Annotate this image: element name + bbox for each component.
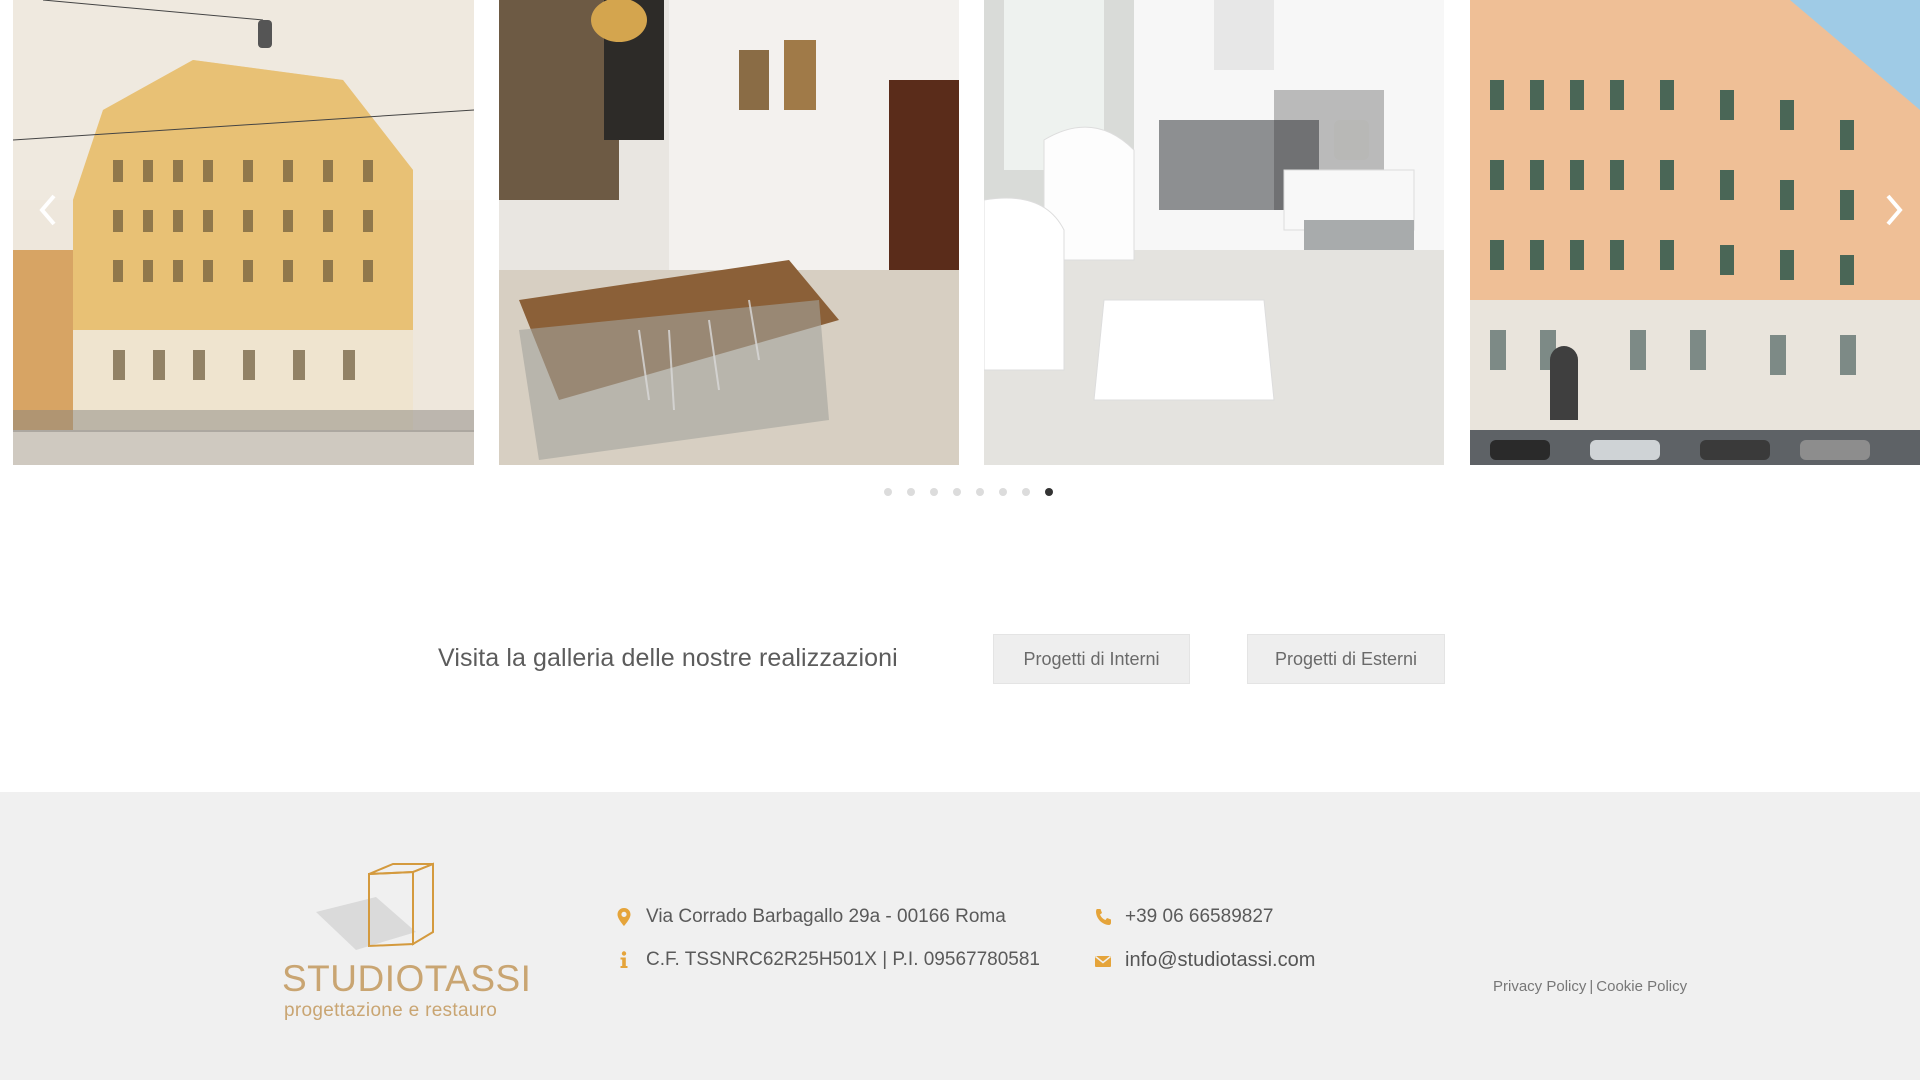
logo-name-studio: STUDIO	[282, 958, 425, 999]
logo-name-tassi: TASSI	[424, 958, 532, 999]
palazzo-giallo-image	[13, 0, 474, 465]
carousel-pagination	[884, 488, 1053, 496]
carousel-dot[interactable]	[976, 488, 984, 496]
fiscal-text: C.F. TSSNRC62R25H501X | P.I. 09567780581	[646, 949, 1040, 970]
chevron-right-icon	[1886, 194, 1903, 226]
site-footer: STUDIOTASSI progettazione e restauro Via…	[0, 792, 1920, 1080]
carousel-dot[interactable]	[930, 488, 938, 496]
carousel-dot[interactable]	[1022, 488, 1030, 496]
carousel-track	[0, 0, 1920, 465]
progetti-esterni-button[interactable]: Progetti di Esterni	[1247, 634, 1445, 684]
footer-phone[interactable]: +39 06 66589827	[1093, 906, 1273, 928]
projects-carousel	[0, 0, 1920, 500]
policy-links: Privacy Policy | Cookie Policy	[1493, 978, 1687, 995]
gallery-cta: Visita la galleria delle nostre realizza…	[0, 634, 1920, 684]
progetti-interni-button[interactable]: Progetti di Interni	[993, 634, 1190, 684]
carousel-next-button[interactable]	[1874, 188, 1914, 232]
slide-palazzo-rosa[interactable]	[1470, 0, 1920, 465]
footer-email[interactable]: info@studiotassi.com	[1093, 949, 1315, 972]
slide-sala-da-pranzo[interactable]	[499, 0, 959, 465]
map-marker-icon	[614, 906, 634, 928]
logo-tagline: progettazione e restauro	[284, 1000, 498, 1021]
cookie-policy-link[interactable]: Cookie Policy	[1596, 978, 1687, 995]
chevron-left-icon	[39, 194, 56, 226]
gallery-cta-text: Visita la galleria delle nostre realizza…	[438, 644, 898, 672]
carousel-dot[interactable]	[953, 488, 961, 496]
policy-separator: |	[1589, 978, 1594, 995]
soggiorno-bianco-image	[984, 0, 1444, 465]
studio-tassi-logo[interactable]: STUDIOTASSI progettazione e restauro	[276, 862, 531, 1022]
footer-fiscal-info: C.F. TSSNRC62R25H501X | P.I. 09567780581	[614, 949, 1040, 971]
phone-text[interactable]: +39 06 66589827	[1125, 906, 1273, 928]
carousel-dot[interactable]	[999, 488, 1007, 496]
carousel-dot[interactable]	[884, 488, 892, 496]
footer-address: Via Corrado Barbagallo 29a - 00166 Roma	[614, 906, 1006, 928]
privacy-policy-link[interactable]: Privacy Policy	[1493, 978, 1586, 995]
phone-icon	[1093, 906, 1113, 928]
email-text[interactable]: info@studiotassi.com	[1125, 949, 1315, 972]
slide-palazzo-giallo[interactable]	[13, 0, 474, 465]
carousel-dot-active[interactable]	[1045, 488, 1053, 496]
slide-soggiorno-bianco[interactable]	[984, 0, 1444, 465]
address-text: Via Corrado Barbagallo 29a - 00166 Roma	[646, 906, 1006, 927]
cube-logo-icon	[316, 862, 434, 950]
carousel-prev-button[interactable]	[28, 188, 68, 232]
palazzo-rosa-image	[1470, 0, 1920, 465]
carousel-dot[interactable]	[907, 488, 915, 496]
envelope-icon	[1093, 950, 1113, 972]
logo-wordmark: STUDIOTASSI	[282, 958, 531, 1000]
sala-da-pranzo-image	[499, 0, 959, 465]
info-icon	[614, 949, 634, 971]
